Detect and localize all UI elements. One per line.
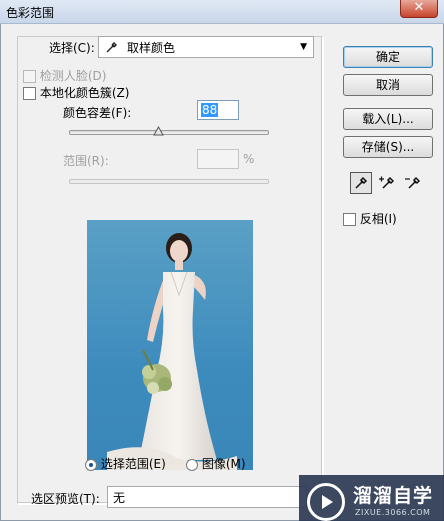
slider-thumb[interactable] [153, 126, 164, 137]
range-unit: % [243, 152, 255, 166]
range-input[interactable] [197, 149, 239, 169]
fuzziness-label: 颜色容差(F): [63, 106, 132, 120]
eyedropper-plus-icon [379, 176, 395, 189]
window-title: 色彩范围 [6, 6, 55, 20]
title-bar[interactable]: 色彩范围 ✕ [0, 0, 444, 24]
fuzziness-input[interactable]: 88 [197, 100, 239, 120]
detect-faces-box [23, 70, 36, 83]
fuzziness-value: 88 [201, 103, 219, 117]
invert-checkbox[interactable]: 反相(I) [343, 210, 397, 227]
radio-image-label: 图像(M) [201, 457, 246, 471]
chevron-down-icon: ▼ [300, 42, 307, 52]
eyedropper-icon [355, 176, 368, 189]
preview-image[interactable] [87, 220, 253, 470]
selection-preview-dropdown[interactable]: 无 [107, 486, 307, 508]
watermark-url: ZIXUE.3066.COM [355, 508, 431, 517]
localized-clusters-label: 本地化颜色簇(Z) [39, 86, 130, 100]
radio-selection[interactable]: 选择范围(E) [85, 455, 166, 472]
detect-faces-label: 检测人脸(D) [39, 69, 107, 83]
radio-image-dot [186, 458, 198, 471]
select-label: 选择(C): [49, 41, 95, 55]
range-slider [69, 179, 269, 184]
localized-clusters-checkbox[interactable]: 本地化颜色簇(Z) [23, 84, 129, 101]
eyedropper-tool[interactable] [350, 172, 372, 194]
watermark-title: 溜溜自学 [353, 485, 434, 507]
radio-image[interactable]: 图像(M) [186, 455, 246, 472]
radio-selection-dot [85, 458, 97, 471]
cancel-button[interactable]: 取消 [343, 74, 433, 96]
select-dropdown[interactable]: 取样颜色 ▼ [98, 36, 314, 58]
color-range-dialog: 选择(C): 取样颜色 ▼ 检测人脸(D) 本地化颜色簇(Z) 颜色容差(F):… [0, 24, 444, 521]
select-value: 取样颜色 [127, 40, 176, 55]
invert-box [343, 213, 356, 226]
close-button[interactable]: ✕ [400, 0, 438, 18]
detect-faces-checkbox[interactable]: 检测人脸(D) [23, 67, 106, 84]
eyedropper-icon [106, 42, 117, 53]
radio-selection-label: 选择范围(E) [100, 457, 166, 471]
invert-label: 反相(I) [359, 212, 397, 226]
localized-clusters-box [23, 87, 36, 100]
range-label: 范围(R): [63, 154, 109, 168]
selection-preview-value: 无 [113, 490, 126, 505]
selection-preview-label: 选区预览(T): [31, 492, 100, 506]
save-button[interactable]: 存储(S)... [343, 136, 433, 158]
add-sample-tool[interactable] [376, 172, 398, 194]
eyedropper-minus-icon [405, 176, 421, 189]
ok-button[interactable]: 确定 [343, 46, 433, 68]
fuzziness-slider[interactable] [69, 126, 269, 136]
bride-photo [107, 233, 237, 470]
close-icon: ✕ [413, 0, 425, 15]
watermark-logo: 溜溜自学 ZIXUE.3066.COM [299, 475, 444, 521]
subtract-sample-tool[interactable] [402, 172, 424, 194]
play-logo-icon [307, 483, 345, 521]
load-button[interactable]: 载入(L)... [343, 108, 433, 130]
